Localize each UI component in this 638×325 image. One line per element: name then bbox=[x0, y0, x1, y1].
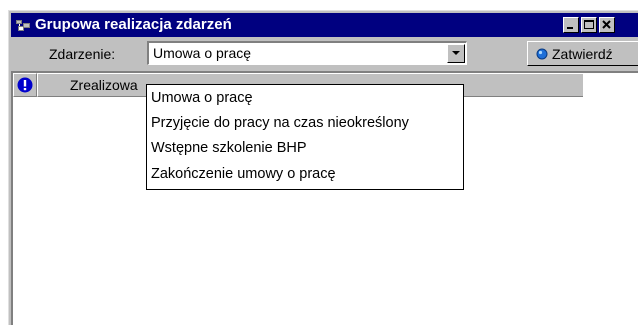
app-icon bbox=[16, 20, 30, 31]
close-icon bbox=[602, 20, 611, 29]
minimize-icon bbox=[567, 27, 573, 29]
dropdown-option[interactable]: Wstępne szkolenie BHP bbox=[151, 136, 307, 160]
column-header-completed-label: Zrealizowa bbox=[70, 77, 138, 93]
event-select-value: Umowa o pracę bbox=[153, 45, 252, 61]
event-dropdown-list: Umowa o pracę Przyjęcie do pracy na czas… bbox=[146, 84, 464, 190]
maximize-button[interactable] bbox=[581, 17, 597, 33]
dropdown-option[interactable]: Przyjęcie do pracy na czas nieokreślony bbox=[151, 111, 409, 135]
title-bar[interactable]: Grupowa realizacja zdarzeń bbox=[11, 13, 638, 37]
minimize-button[interactable] bbox=[563, 17, 579, 33]
dropdown-option[interactable]: Zakończenie umowy o pracę bbox=[151, 162, 336, 186]
dropdown-option[interactable]: Umowa o pracę bbox=[151, 86, 253, 110]
confirm-button-label: Zatwierdź bbox=[552, 46, 613, 62]
maximize-icon bbox=[584, 20, 594, 29]
blue-circle-icon bbox=[536, 48, 548, 60]
chevron-down-icon bbox=[452, 51, 460, 55]
event-select[interactable]: Umowa o pracę bbox=[147, 41, 467, 65]
confirm-button[interactable]: Zatwierdź bbox=[527, 41, 638, 66]
close-button[interactable] bbox=[599, 17, 615, 33]
column-header-status[interactable] bbox=[13, 73, 37, 97]
exclamation-icon bbox=[17, 77, 33, 93]
event-select-dropdown-button[interactable] bbox=[447, 44, 465, 63]
event-label: Zdarzenie: bbox=[49, 46, 116, 62]
window-title: Grupowa realizacja zdarzeń bbox=[35, 16, 232, 33]
